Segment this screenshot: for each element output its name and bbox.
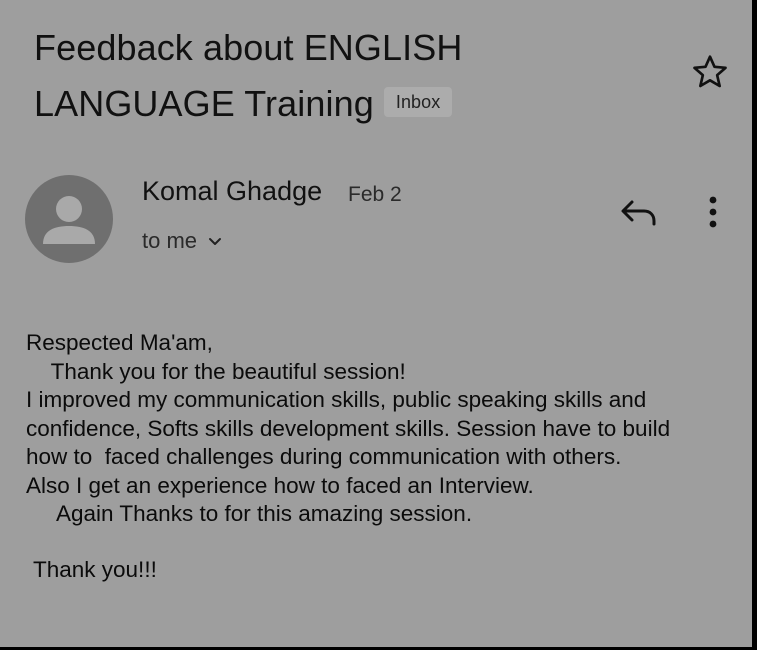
star-icon[interactable] [690,52,730,92]
person-icon [43,196,95,244]
email-subject: Feedback about ENGLISH LANGUAGE Training… [34,20,654,132]
body-line: confidence, Softs skills development ski… [26,415,671,441]
email-view: Feedback about ENGLISH LANGUAGE Training… [0,0,752,647]
chevron-down-icon [209,238,222,245]
more-vertical-icon[interactable] [700,192,726,232]
sender-avatar[interactable] [25,175,113,263]
body-line: Also I get an experience how to faced an… [26,472,534,498]
email-closing: Thank you!!! [33,557,157,582]
body-line: I improved my communication skills, publ… [26,387,647,412]
body-line: how to faced challenges during communica… [26,444,622,469]
recipient-details-toggle[interactable]: to me [142,226,223,256]
email-body: Respected Ma'am, Thank you for the beaut… [26,329,741,529]
reply-icon[interactable] [616,194,660,232]
inbox-label-badge[interactable]: Inbox [383,87,453,118]
screen-edge-right [752,0,757,650]
body-line: Respected Ma'am, [26,330,213,355]
subject-line-2-text: LANGUAGE Training [34,83,374,124]
subject-line-1: Feedback about ENGLISH [34,27,463,68]
recipient-text: to me [142,228,198,253]
email-date: Feb 2 [348,183,402,206]
subject-line-2: LANGUAGE Training Inbox [34,76,654,132]
body-line: Thank you for the beautiful session! [26,358,406,384]
sender-name[interactable]: Komal Ghadge [142,176,322,207]
body-line: Again Thanks to for this amazing session… [26,501,473,526]
